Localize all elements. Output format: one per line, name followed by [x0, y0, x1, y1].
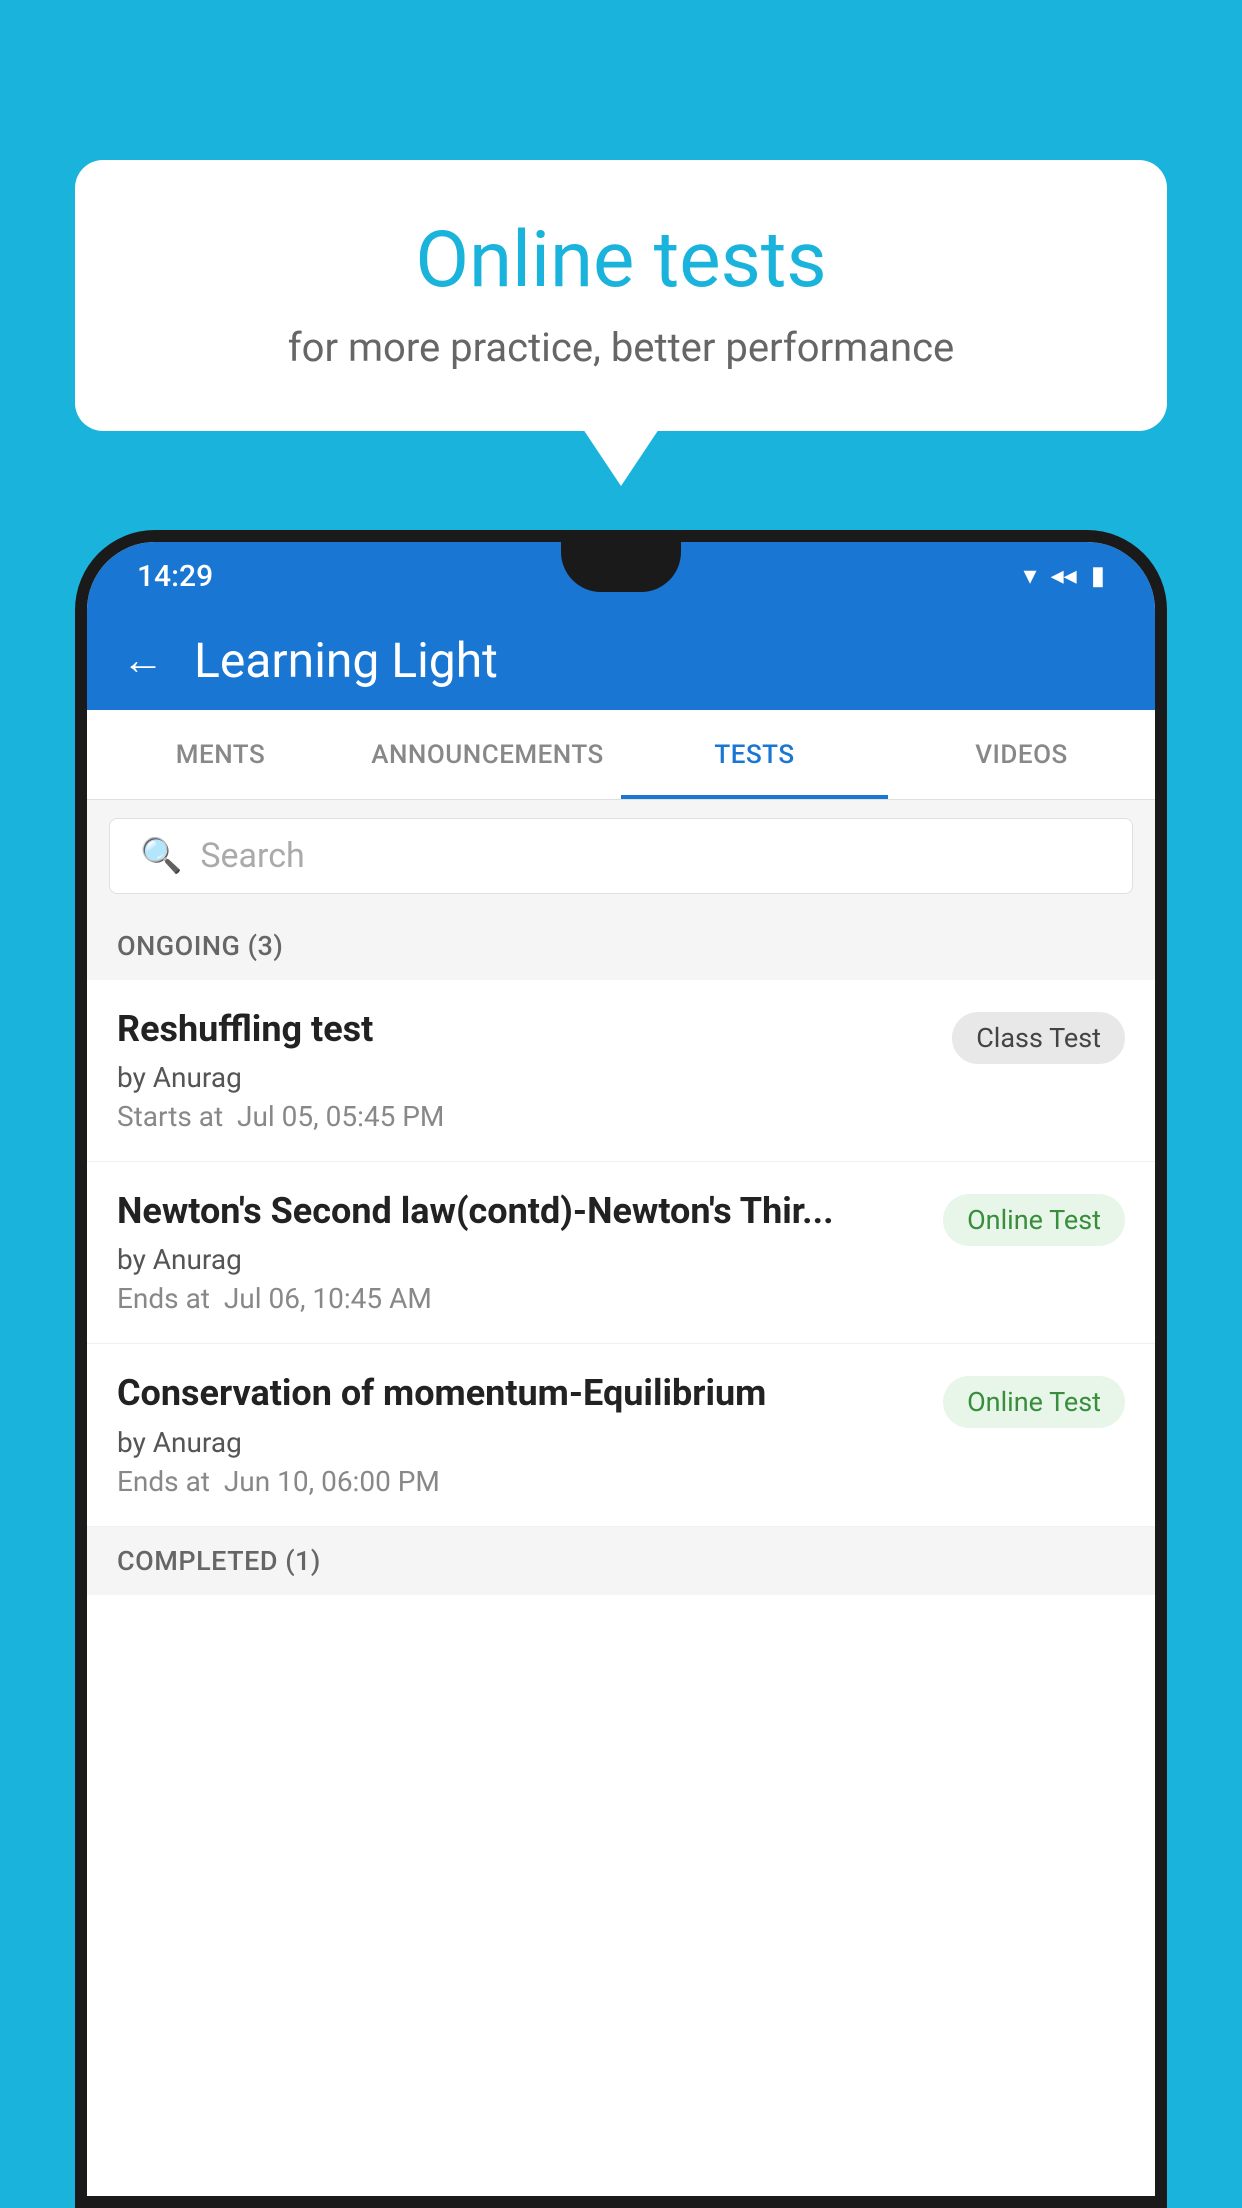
test-item[interactable]: Conservation of momentum-Equilibrium by … — [87, 1344, 1155, 1526]
test-name: Conservation of momentum-Equilibrium — [117, 1372, 923, 1415]
test-info: Newton's Second law(contd)-Newton's Thir… — [117, 1190, 943, 1315]
tab-announcements[interactable]: ANNOUNCEMENTS — [354, 710, 621, 799]
time-value: Jul 06, 10:45 AM — [224, 1282, 432, 1315]
test-author: by Anurag — [117, 1243, 923, 1276]
wifi-icon: ▾ — [1024, 561, 1037, 591]
bubble-subtitle: for more practice, better performance — [135, 324, 1107, 371]
app-bar: ← Learning Light — [87, 610, 1155, 710]
status-bar: 14:29 ▾ ◂◂ ▮ — [87, 542, 1155, 610]
back-button[interactable]: ← — [122, 636, 164, 685]
status-icons: ▾ ◂◂ ▮ — [1024, 561, 1105, 591]
phone-inner: 14:29 ▾ ◂◂ ▮ ← Learning Light MENTS ANNO… — [87, 542, 1155, 2196]
test-info: Conservation of momentum-Equilibrium by … — [117, 1372, 943, 1497]
ongoing-section-header: ONGOING (3) — [87, 912, 1155, 980]
signal-icon: ◂◂ — [1051, 561, 1077, 591]
test-item[interactable]: Reshuffling test by Anurag Starts at Jul… — [87, 980, 1155, 1162]
test-time: Ends at Jul 06, 10:45 AM — [117, 1282, 923, 1315]
bubble-title: Online tests — [135, 215, 1107, 306]
test-name: Reshuffling test — [117, 1008, 932, 1051]
tab-bar: MENTS ANNOUNCEMENTS TESTS VIDEOS — [87, 710, 1155, 800]
search-icon: 🔍 — [140, 836, 182, 876]
test-author: by Anurag — [117, 1061, 932, 1094]
status-time: 14:29 — [137, 559, 213, 594]
time-value: Jul 05, 05:45 PM — [237, 1100, 444, 1133]
test-list: Reshuffling test by Anurag Starts at Jul… — [87, 980, 1155, 1527]
test-name: Newton's Second law(contd)-Newton's Thir… — [117, 1190, 923, 1233]
search-bar[interactable]: 🔍 Search — [109, 818, 1133, 894]
phone-frame: 14:29 ▾ ◂◂ ▮ ← Learning Light MENTS ANNO… — [75, 530, 1167, 2208]
test-time: Starts at Jul 05, 05:45 PM — [117, 1100, 932, 1133]
test-item[interactable]: Newton's Second law(contd)-Newton's Thir… — [87, 1162, 1155, 1344]
test-author: by Anurag — [117, 1426, 923, 1459]
test-badge: Online Test — [943, 1376, 1125, 1428]
time-value: Jun 10, 06:00 PM — [224, 1465, 440, 1498]
test-time: Ends at Jun 10, 06:00 PM — [117, 1465, 923, 1498]
test-info: Reshuffling test by Anurag Starts at Jul… — [117, 1008, 952, 1133]
tab-videos[interactable]: VIDEOS — [888, 710, 1155, 799]
time-label: Starts at — [117, 1100, 223, 1133]
test-badge: Online Test — [943, 1194, 1125, 1246]
tab-tests[interactable]: TESTS — [621, 710, 888, 799]
search-container: 🔍 Search — [87, 800, 1155, 912]
app-title: Learning Light — [194, 632, 498, 689]
notch — [561, 542, 681, 592]
completed-section-header: COMPLETED (1) — [87, 1527, 1155, 1595]
tab-ments[interactable]: MENTS — [87, 710, 354, 799]
speech-bubble: Online tests for more practice, better p… — [75, 160, 1167, 431]
search-placeholder: Search — [200, 836, 304, 876]
time-label: Ends at — [117, 1282, 210, 1315]
battery-icon: ▮ — [1091, 561, 1105, 591]
time-label: Ends at — [117, 1465, 210, 1498]
test-badge: Class Test — [952, 1012, 1125, 1064]
